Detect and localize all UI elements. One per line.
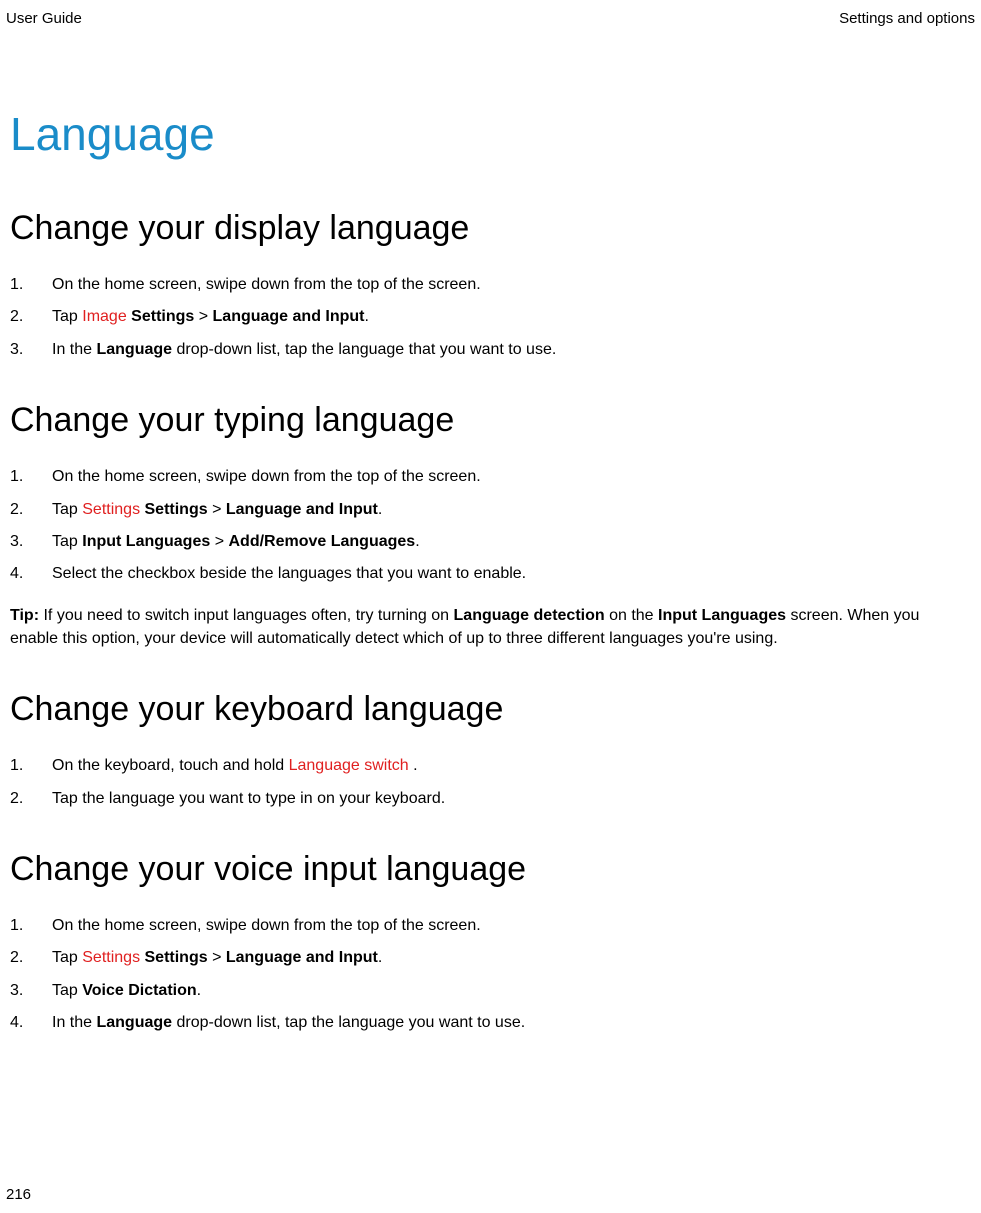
step-text: In the <box>52 1014 96 1031</box>
step-text: > <box>194 308 212 325</box>
list-item: In the Language drop-down list, tap the … <box>10 339 971 361</box>
step-text: On the home screen, swipe down from the … <box>52 468 481 485</box>
step-text: In the <box>52 341 96 358</box>
step-text: > <box>210 533 228 550</box>
step-text: Language <box>96 341 172 358</box>
step-text: drop-down list, tap the language that yo… <box>172 341 556 358</box>
steps-typing: On the home screen, swipe down from the … <box>10 466 971 586</box>
step-text: > <box>208 949 226 966</box>
step-text: Settings <box>127 308 195 325</box>
step-text: Tap the language you want to type in on … <box>52 790 445 807</box>
steps-display: On the home screen, swipe down from the … <box>10 274 971 361</box>
section-heading-typing: Change your typing language <box>10 401 971 440</box>
step-text: On the keyboard, touch and hold <box>52 757 289 774</box>
tip-block: Tip: If you need to switch input languag… <box>10 604 971 650</box>
step-text: Input Languages <box>82 533 210 550</box>
list-item: Tap Input Languages > Add/Remove Languag… <box>10 531 971 553</box>
tip-text: Language detection <box>454 607 605 624</box>
section-heading-keyboard: Change your keyboard language <box>10 690 971 729</box>
list-item: Tap Settings Settings > Language and Inp… <box>10 499 971 521</box>
step-text: Tap <box>52 949 82 966</box>
list-item: On the home screen, swipe down from the … <box>10 466 971 488</box>
page-number: 216 <box>6 1186 31 1203</box>
step-text: . <box>378 949 382 966</box>
list-item: Tap Image Settings > Language and Input. <box>10 306 971 328</box>
page-title: Language <box>10 107 971 161</box>
step-text: . <box>365 308 369 325</box>
image-icon: Image <box>82 308 126 325</box>
step-text: . <box>378 501 382 518</box>
language-switch-icon: Language switch <box>289 757 409 774</box>
step-text: Tap <box>52 533 82 550</box>
step-text: On the home screen, swipe down from the … <box>52 917 481 934</box>
steps-voice: On the home screen, swipe down from the … <box>10 915 971 1035</box>
step-text: . <box>415 533 419 550</box>
step-text: Settings <box>140 501 208 518</box>
tip-text: Input Languages <box>658 607 786 624</box>
step-text: Add/Remove Languages <box>228 533 415 550</box>
list-item: In the Language drop-down list, tap the … <box>10 1012 971 1034</box>
step-text: Tap <box>52 982 82 999</box>
section-heading-voice: Change your voice input language <box>10 850 971 889</box>
content: Language Change your display language On… <box>0 27 981 1034</box>
step-text: Settings <box>140 949 208 966</box>
page-header: User Guide Settings and options <box>0 10 981 27</box>
list-item: Tap Voice Dictation. <box>10 980 971 1002</box>
section-heading-display: Change your display language <box>10 209 971 248</box>
steps-keyboard: On the keyboard, touch and hold Language… <box>10 755 971 810</box>
tip-text: on the <box>605 607 658 624</box>
header-left: User Guide <box>6 10 82 27</box>
step-text: Language and Input <box>226 501 378 518</box>
settings-icon: Settings <box>82 949 140 966</box>
step-text: drop-down list, tap the language you wan… <box>172 1014 525 1031</box>
list-item: On the home screen, swipe down from the … <box>10 915 971 937</box>
tip-label: Tip: <box>10 607 39 624</box>
step-text: On the home screen, swipe down from the … <box>52 276 481 293</box>
list-item: Tap the language you want to type in on … <box>10 788 971 810</box>
list-item: On the keyboard, touch and hold Language… <box>10 755 971 777</box>
tip-text: If you need to switch input languages of… <box>39 607 453 624</box>
list-item: On the home screen, swipe down from the … <box>10 274 971 296</box>
step-text: Tap <box>52 501 82 518</box>
list-item: Tap Settings Settings > Language and Inp… <box>10 947 971 969</box>
step-text: . <box>409 757 418 774</box>
step-text: . <box>197 982 201 999</box>
step-text: Select the checkbox beside the languages… <box>52 565 526 582</box>
settings-icon: Settings <box>82 501 140 518</box>
step-text: Language <box>96 1014 172 1031</box>
step-text: Language and Input <box>226 949 378 966</box>
header-right: Settings and options <box>839 10 975 27</box>
step-text: Tap <box>52 308 82 325</box>
step-text: Voice Dictation <box>82 982 196 999</box>
list-item: Select the checkbox beside the languages… <box>10 563 971 585</box>
step-text: Language and Input <box>213 308 365 325</box>
step-text: > <box>208 501 226 518</box>
